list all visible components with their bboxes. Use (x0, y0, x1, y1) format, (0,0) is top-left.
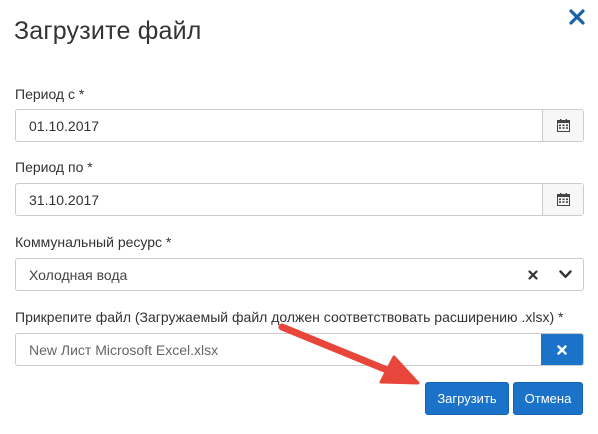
period-from-calendar-button[interactable] (542, 110, 583, 141)
cancel-button[interactable]: Отмена (513, 382, 583, 415)
period-to-field: 31.10.2017 (15, 183, 584, 216)
annotation-arrow (278, 323, 420, 385)
period-from-label: Период с * (15, 86, 85, 102)
file-field: New Лист Microsoft Excel.xlsx (15, 333, 584, 366)
period-from-field: 01.10.2017 (15, 109, 584, 142)
close-icon (569, 9, 585, 25)
clear-icon (528, 269, 538, 280)
calendar-icon (556, 193, 570, 206)
remove-file-icon (557, 344, 567, 355)
resource-dropdown-toggle[interactable] (547, 259, 583, 290)
resource-clear-button[interactable] (519, 259, 547, 290)
resource-selected-value: Холодная вода (29, 266, 128, 283)
calendar-icon (556, 119, 570, 132)
upload-file-dialog: Загрузите файл Период с * 01.10.2017 Пер… (0, 0, 598, 434)
period-to-input[interactable]: 31.10.2017 (16, 184, 542, 215)
chevron-down-icon (558, 270, 572, 278)
dialog-title: Загрузите файл (14, 17, 202, 45)
upload-button[interactable]: Загрузить (425, 382, 509, 415)
file-label: Прикрепите файл (Загружаемый файл должен… (15, 309, 564, 325)
remove-file-button[interactable] (541, 334, 583, 365)
period-to-calendar-button[interactable] (542, 184, 583, 215)
period-from-input[interactable]: 01.10.2017 (16, 110, 542, 141)
resource-label: Коммунальный ресурс * (15, 234, 172, 250)
close-button[interactable] (565, 5, 589, 29)
period-to-label: Период по * (15, 159, 93, 175)
resource-select[interactable]: Холодная вода (15, 258, 584, 291)
file-name-input[interactable]: New Лист Microsoft Excel.xlsx (16, 334, 541, 365)
